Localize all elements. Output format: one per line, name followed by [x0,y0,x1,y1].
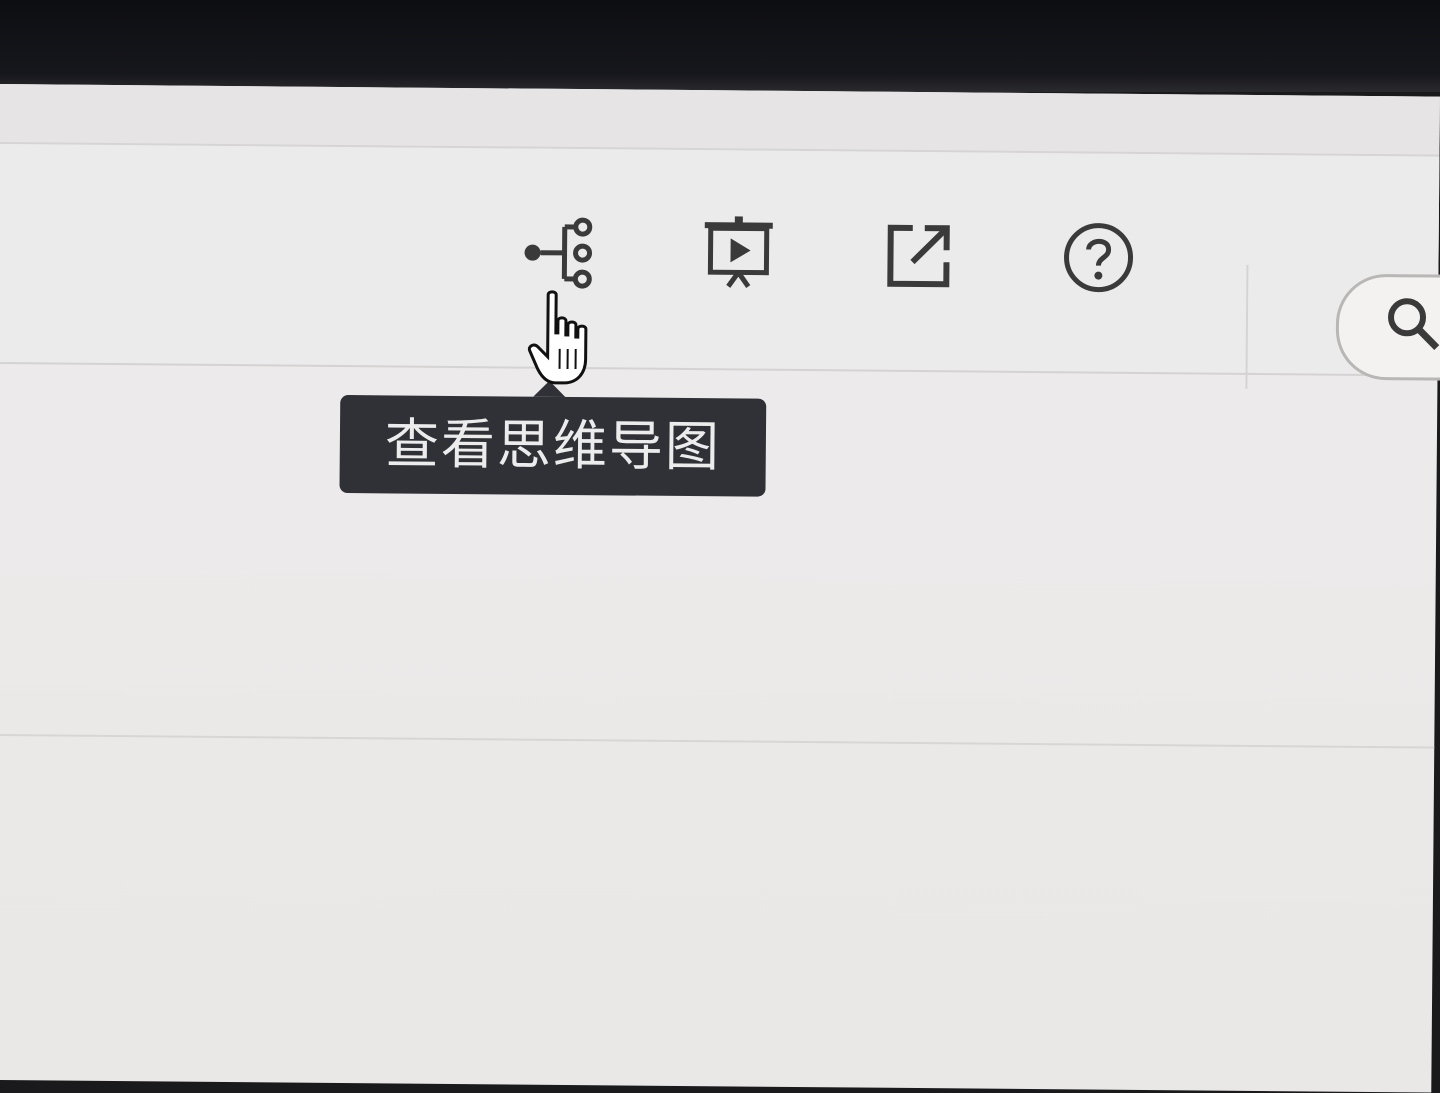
mind-map-button[interactable] [516,211,601,296]
help-circle-icon [1058,217,1139,298]
open-external-button[interactable] [876,214,961,299]
search-box[interactable] [1335,274,1440,381]
tooltip: 查看思维导图 [339,395,766,497]
hand-cursor-icon [527,289,608,390]
help-button[interactable] [1056,215,1141,300]
external-link-icon [878,216,959,297]
app-window: 查看思维导图 [0,84,1440,1093]
content-divider [0,734,1434,749]
toolbar-divider [1245,265,1248,389]
presentation-button[interactable] [696,212,781,297]
monitor-bezel [0,0,1440,92]
mind-map-icon [518,213,599,294]
toolbar [0,144,1439,377]
presentation-play-icon [698,214,779,295]
search-icon [1379,289,1440,360]
